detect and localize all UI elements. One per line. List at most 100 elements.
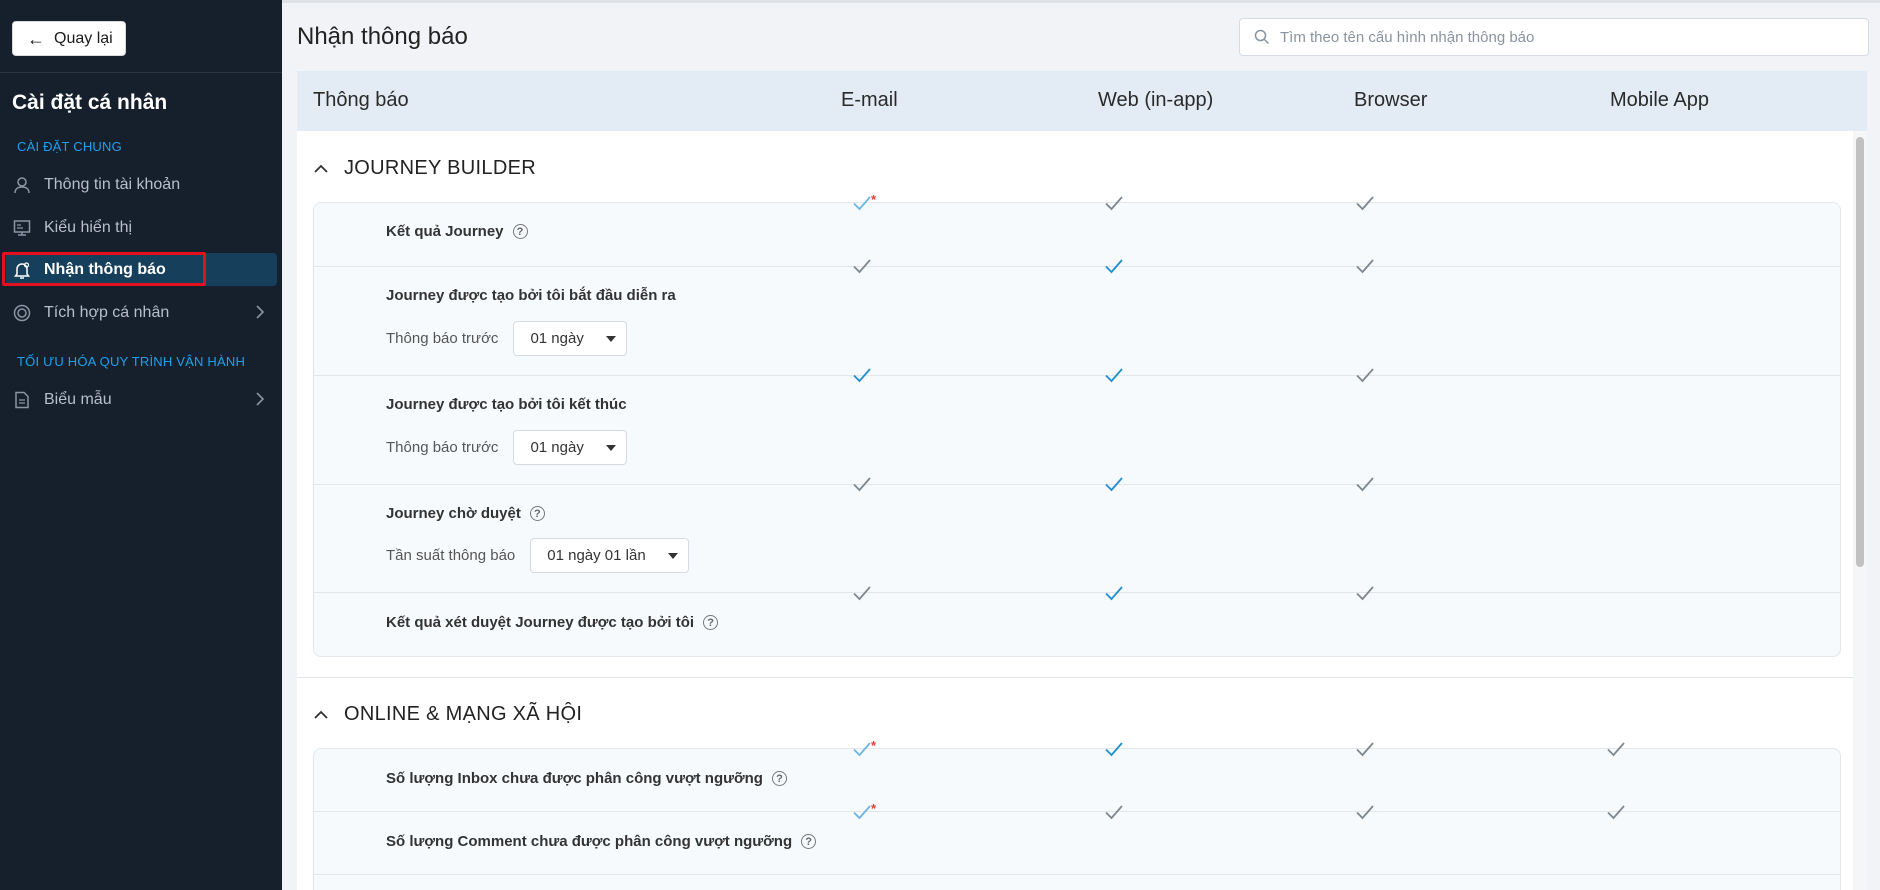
check-email-icon[interactable]: *	[852, 738, 877, 759]
back-button-label: Quay lại	[54, 29, 113, 47]
chevron-up-icon	[313, 164, 329, 174]
check-web-icon[interactable]	[1104, 195, 1126, 213]
group-title: JOURNEY BUILDER	[344, 157, 536, 179]
row-label: Journey được tạo bởi tôi bắt đầu diễn ra	[386, 287, 676, 304]
sidebar-item-display-mode[interactable]: Kiểu hiển thị	[6, 211, 277, 244]
group-title: ONLINE & MẠNG XÃ HỘI	[344, 703, 583, 725]
check-web-icon[interactable]	[1104, 258, 1126, 276]
sidebar-item-account-info[interactable]: Thông tin tài khoản	[6, 168, 277, 201]
sidebar-title: Cài đặt cá nhân	[12, 91, 168, 114]
check-mobile-icon[interactable]	[1606, 804, 1628, 822]
row-label: Số lượng Comment chưa được phân công vượ…	[386, 833, 817, 850]
table-row: Kết quả xét duyệt Journey được tạo bởi t…	[314, 593, 1840, 656]
row-sub-setting: Thông báo trước 01 ngày	[386, 430, 627, 465]
sidebar: ← Quay lại Cài đặt cá nhân CÀI ĐẶT CHUNG…	[0, 0, 282, 890]
sidebar-item-label: Tích hợp cá nhân	[44, 303, 170, 321]
sidebar-item-label: Thông tin tài khoản	[44, 175, 181, 193]
sidebar-item-notifications[interactable]: Nhận thông báo	[6, 253, 277, 286]
display-icon	[12, 218, 32, 238]
vertical-scrollbar[interactable]	[1853, 131, 1867, 890]
sub-setting-label: Tần suất thông báo	[386, 547, 516, 564]
row-label: Kết quả xét duyệt Journey được tạo bởi t…	[386, 614, 719, 631]
frequency-select[interactable]: 01 ngày 01 lần	[530, 538, 689, 573]
arrow-left-icon: ←	[27, 28, 45, 49]
table-row: Kết quả Journey ?	[314, 203, 1840, 267]
check-email-icon[interactable]: *	[852, 801, 877, 822]
chevron-right-icon	[255, 304, 265, 325]
notify-before-select[interactable]: 01 ngày	[513, 430, 627, 465]
row-label-text: Kết quả xét duyệt Journey được tạo bởi t…	[386, 614, 695, 631]
integration-icon	[12, 303, 32, 323]
form-icon	[12, 390, 32, 410]
row-label: Số lượng Inbox chưa được phân công vượt …	[386, 770, 787, 787]
row-sub-setting: Tần suất thông báo 01 ngày 01 lần	[386, 538, 689, 573]
caret-down-icon	[605, 335, 616, 342]
check-email-icon[interactable]: *	[852, 192, 877, 213]
group-divider	[297, 677, 1867, 678]
required-star-icon: *	[871, 801, 877, 816]
search-box[interactable]	[1239, 18, 1869, 56]
search-input[interactable]	[1280, 28, 1840, 46]
check-mobile-icon[interactable]	[1606, 741, 1628, 759]
scrollbar-thumb[interactable]	[1856, 137, 1864, 567]
check-browser-icon[interactable]	[1355, 195, 1377, 213]
check-email-icon[interactable]	[852, 367, 874, 385]
select-value: 01 ngày	[530, 330, 584, 347]
check-web-icon[interactable]	[1104, 585, 1126, 603]
help-icon[interactable]: ?	[512, 224, 528, 239]
row-label-text: Journey được tạo bởi tôi kết thúc	[386, 396, 627, 413]
column-header-browser: Browser	[1354, 89, 1428, 111]
row-label-text: Kết quả Journey	[386, 223, 504, 240]
row-label-text: Journey chờ duyệt	[386, 505, 521, 522]
table-row: Journey được tạo bởi tôi bắt đầu diễn ra…	[314, 267, 1840, 376]
check-web-icon[interactable]	[1104, 367, 1126, 385]
main-content: Nhận thông báo Thông báo E-mail Web (in-…	[282, 0, 1880, 890]
back-button[interactable]: ← Quay lại	[12, 21, 126, 56]
select-value: 01 ngày 01 lần	[547, 547, 646, 564]
check-browser-icon[interactable]	[1355, 476, 1377, 494]
check-web-icon[interactable]	[1104, 476, 1126, 494]
page-title: Nhận thông báo	[297, 23, 468, 50]
check-browser-icon[interactable]	[1355, 258, 1377, 276]
help-icon[interactable]: ?	[703, 615, 719, 630]
check-browser-icon[interactable]	[1355, 367, 1377, 385]
row-label-text: Số lượng Inbox chưa được phân công vượt …	[386, 770, 763, 787]
column-header-mobile: Mobile App	[1610, 89, 1709, 111]
table-header: Thông báo E-mail Web (in-app) Browser Mo…	[297, 71, 1867, 131]
select-value: 01 ngày	[530, 439, 584, 456]
sidebar-item-personal-integration[interactable]: Tích hợp cá nhân	[6, 296, 277, 329]
check-web-icon[interactable]	[1104, 804, 1126, 822]
sidebar-item-forms[interactable]: Biểu mẫu	[6, 383, 277, 416]
check-web-icon[interactable]	[1104, 741, 1126, 759]
help-icon[interactable]: ?	[529, 506, 545, 521]
sidebar-divider	[0, 72, 282, 73]
row-label-text: Số lượng Comment chưa được phân công vượ…	[386, 833, 793, 850]
group-box-journey-builder: Kết quả Journey ? Journey được tạo bởi t…	[313, 202, 1841, 657]
check-browser-icon[interactable]	[1355, 804, 1377, 822]
row-label: Kết quả Journey ?	[386, 223, 528, 240]
check-email-icon[interactable]	[852, 585, 874, 603]
required-star-icon: *	[871, 192, 877, 207]
help-icon[interactable]: ?	[801, 834, 817, 849]
search-icon	[1254, 29, 1270, 45]
chevron-up-icon	[313, 710, 329, 720]
required-star-icon: *	[871, 738, 877, 753]
check-email-icon[interactable]	[852, 476, 874, 494]
sidebar-item-label: Biểu mẫu	[44, 390, 112, 408]
table-row: Journey chờ duyệt ? Tần suất thông báo 0…	[314, 485, 1840, 593]
row-label: Journey được tạo bởi tôi kết thúc	[386, 396, 627, 413]
group-header-journey-builder[interactable]: JOURNEY BUILDER	[313, 157, 536, 180]
table-row: Journey được tạo bởi tôi kết thúc Thông …	[314, 376, 1840, 485]
chevron-right-icon	[255, 391, 265, 412]
caret-down-icon	[605, 444, 616, 451]
check-browser-icon[interactable]	[1355, 741, 1377, 759]
notification-table: Thông báo E-mail Web (in-app) Browser Mo…	[297, 71, 1867, 890]
section-workflow-optimization: TỐI ƯU HÓA QUY TRÌNH VẬN HÀNH	[17, 354, 246, 369]
sidebar-item-label: Kiểu hiển thị	[44, 218, 133, 236]
row-sub-setting: Thông báo trước 01 ngày	[386, 321, 627, 356]
check-browser-icon[interactable]	[1355, 585, 1377, 603]
help-icon[interactable]: ?	[771, 771, 787, 786]
notify-before-select[interactable]: 01 ngày	[513, 321, 627, 356]
check-email-icon[interactable]	[852, 258, 874, 276]
group-header-online-social[interactable]: ONLINE & MẠNG XÃ HỘI	[313, 703, 582, 726]
